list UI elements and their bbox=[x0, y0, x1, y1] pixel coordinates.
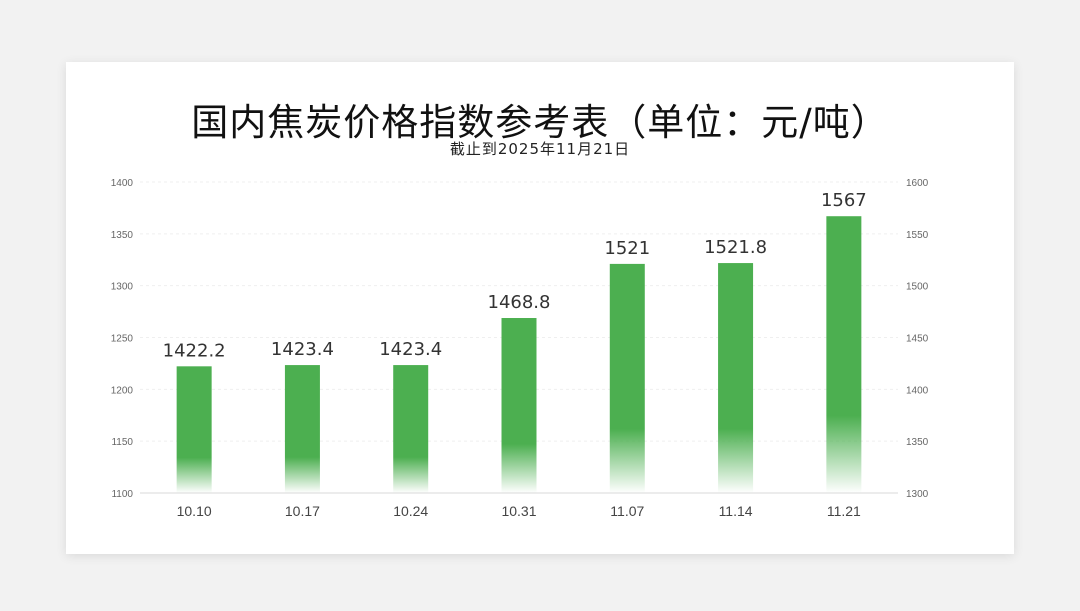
y-right-tick-label: 1450 bbox=[906, 334, 929, 345]
y-right-tick-label: 1600 bbox=[906, 178, 929, 189]
bar-value-label: 1567 bbox=[821, 190, 867, 211]
y-left-tick-label: 1200 bbox=[111, 385, 134, 396]
bar-value-label: 1521 bbox=[604, 238, 650, 259]
bar bbox=[284, 365, 320, 493]
bar-value-label: 1468.8 bbox=[488, 292, 551, 313]
bar bbox=[609, 263, 645, 493]
bar-value-label: 1423.4 bbox=[379, 339, 442, 360]
y-right-tick-label: 1400 bbox=[906, 385, 929, 396]
y-left-tick-label: 1150 bbox=[111, 437, 133, 448]
y-left-tick-label: 1350 bbox=[111, 230, 134, 241]
bar-value-label: 1423.4 bbox=[271, 339, 334, 360]
y-right-tick-label: 1550 bbox=[906, 230, 929, 241]
y-left-tick-label: 1400 bbox=[111, 178, 134, 189]
x-tick-label: 10.31 bbox=[501, 503, 536, 519]
y-right-tick-label: 1300 bbox=[906, 489, 929, 500]
bar-value-label: 1422.2 bbox=[163, 340, 226, 361]
x-tick-label: 10.24 bbox=[393, 503, 428, 519]
bar bbox=[718, 263, 754, 493]
bar-value-label: 1521.8 bbox=[704, 237, 767, 258]
x-tick-label: 10.17 bbox=[285, 503, 320, 519]
bar-chart: 1100 1150 1200 1250 1300 1350 1400 1300 1350 1400… bbox=[111, 178, 929, 519]
y-left-tick-label: 1100 bbox=[111, 489, 133, 500]
bar bbox=[393, 365, 429, 493]
y-left-tick-label: 1250 bbox=[111, 334, 134, 345]
y-right-tick-label: 1500 bbox=[906, 282, 929, 293]
bar bbox=[826, 216, 862, 493]
x-tick-label: 11.07 bbox=[610, 503, 644, 519]
y-right-tick-label: 1350 bbox=[906, 437, 929, 448]
bar bbox=[501, 318, 537, 493]
x-tick-label: 10.10 bbox=[177, 503, 212, 519]
x-tick-label: 11.21 bbox=[827, 503, 861, 519]
bar bbox=[176, 366, 212, 493]
x-tick-label: 11.14 bbox=[719, 503, 753, 519]
y-left-tick-label: 1300 bbox=[111, 282, 134, 293]
